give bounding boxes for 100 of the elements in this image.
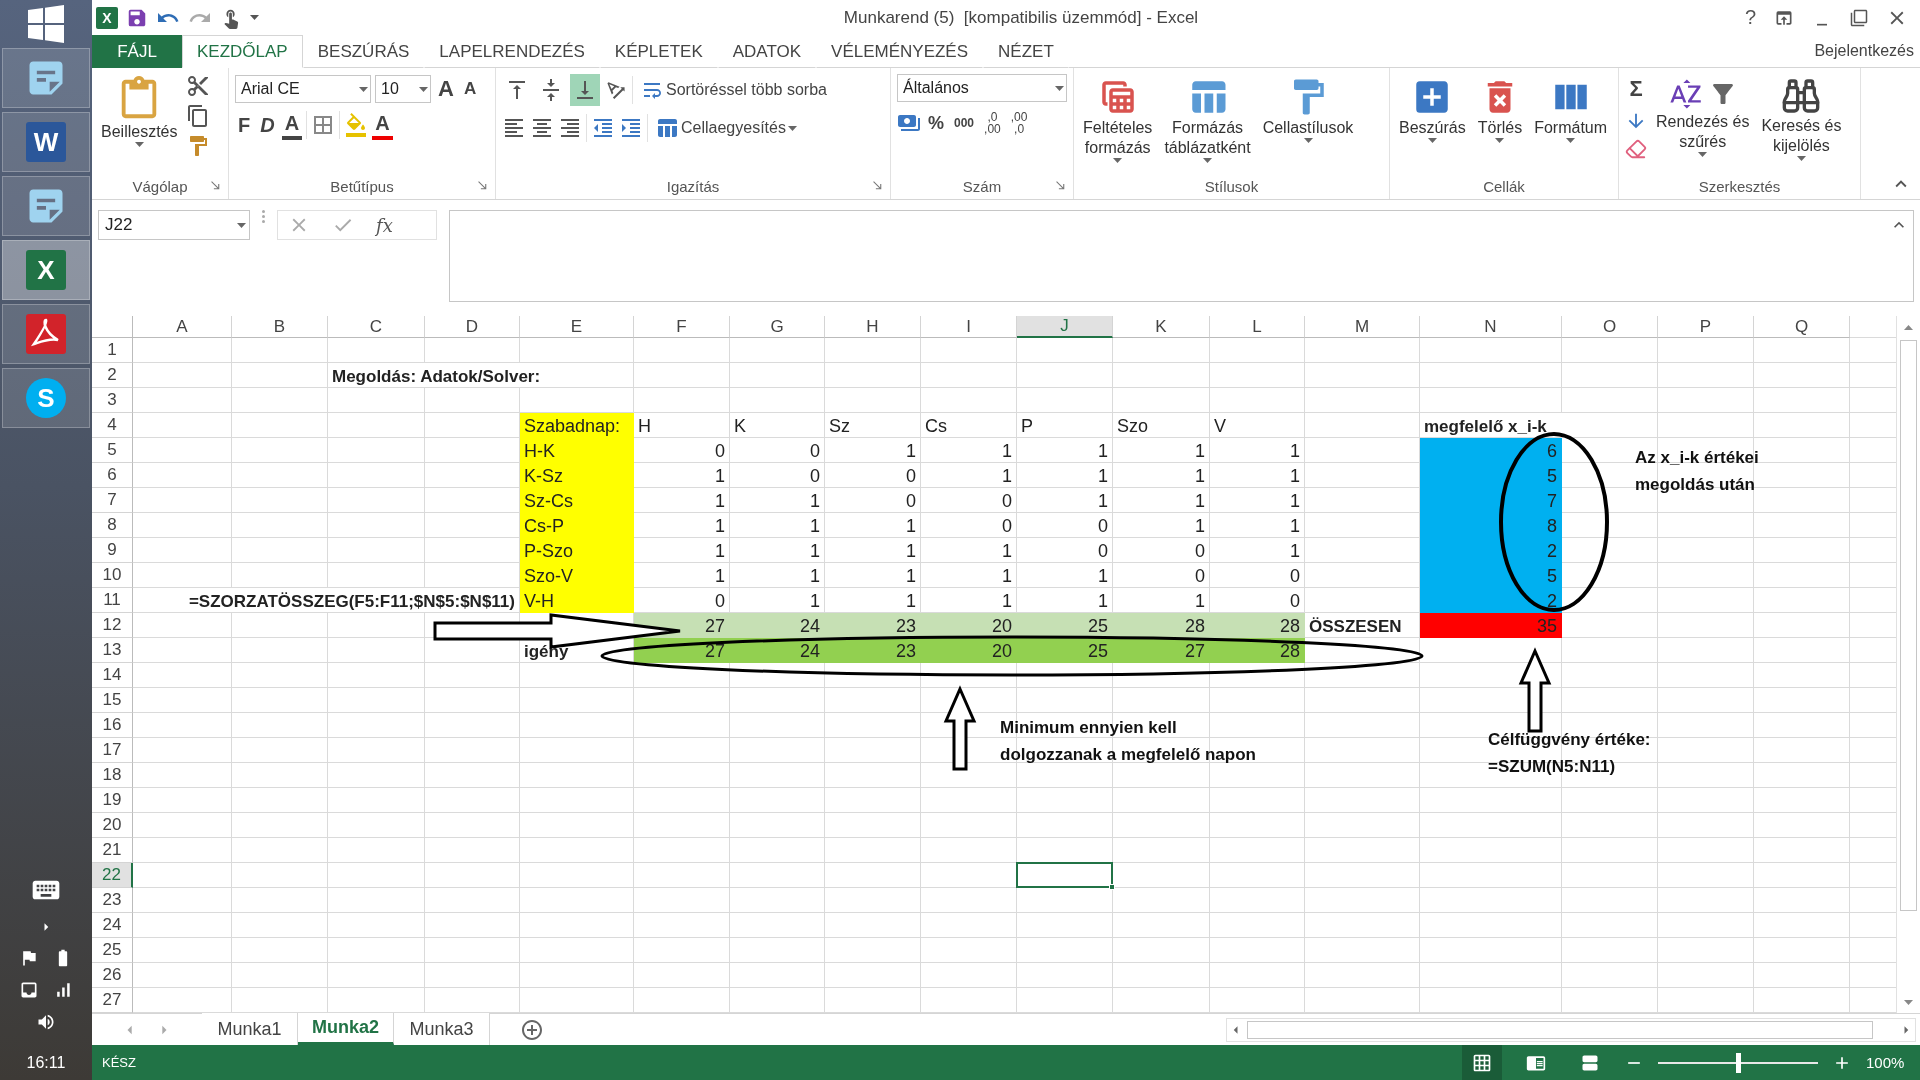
percent-button[interactable]: % [925,108,947,138]
row-header[interactable]: 19 [92,788,133,813]
column-header[interactable]: F [634,316,730,338]
sheet-cell: 25 [1017,638,1113,663]
row-header[interactable]: 4 [92,413,133,438]
styles-button[interactable]: Feltételes formázás [1080,74,1156,165]
column-header[interactable]: L [1210,316,1305,338]
fewer-decimals-button[interactable]: ,00 ,0 [1007,111,1031,135]
cells-button[interactable]: Beszúrás [1396,74,1469,145]
column-header[interactable]: O [1562,316,1658,338]
sign-in-link[interactable]: Bejelentkezés [1808,34,1920,67]
column-header[interactable]: C [328,316,425,338]
row-header[interactable]: 7 [92,488,133,513]
sheet-tab[interactable]: Munka2 [298,1013,395,1045]
column-header[interactable]: I [921,316,1017,338]
more-decimals-button[interactable]: ,0 ,00 [981,111,1004,135]
row-header[interactable]: 20 [92,813,133,838]
underline-button[interactable]: A [281,110,303,140]
bold-button[interactable]: F [235,110,254,140]
row-header[interactable]: 5 [92,438,133,463]
column-header[interactable]: G [730,316,825,338]
paste-button[interactable]: Beillesztés [98,74,181,149]
sheet-cell: 20 [921,638,1017,663]
sheet-tab[interactable]: Munka3 [394,1013,491,1045]
ribbon-tab[interactable]: FÁJL [92,35,182,68]
sheet-cell: 7 [1420,488,1562,513]
window-title: Munkarend (5) [kompatibilis üzemmód] - Excel [842,7,1200,28]
row-header[interactable]: 9 [92,538,133,563]
editing-button[interactable]: Keresés és kijelölés [1758,74,1845,163]
sheet-cell: 8 [1420,513,1562,538]
row-header[interactable]: 23 [92,888,133,913]
row-header[interactable]: 12 [92,613,133,638]
styles-button[interactable]: Cellastílusok [1259,74,1357,145]
row-header[interactable]: 24 [92,913,133,938]
styles-button[interactable]: Formázás táblázatként [1161,74,1254,165]
sheet-cell: Sz-Cs [520,488,634,513]
clock[interactable]: 16:11 [26,1054,66,1072]
row-header[interactable]: 26 [92,963,133,988]
sheet-cell: 5 [1420,463,1562,488]
row-header[interactable]: 21 [92,838,133,863]
row-header[interactable]: 10 [92,563,133,588]
taskbar-app[interactable]: W [2,112,90,172]
group-label: Vágólap [132,177,188,195]
row-header[interactable]: 15 [92,688,133,713]
sheet-cell: 6 [1420,438,1562,463]
row-header[interactable]: 17 [92,738,133,763]
sheet-cell: 2 [1420,538,1562,563]
italic-button[interactable]: D [257,110,278,140]
row-header[interactable]: 6 [92,463,133,488]
column-header[interactable]: P [1658,316,1754,338]
sheet-cell: 23 [825,638,921,663]
autosum-button[interactable]: Σ [1625,74,1647,104]
font-size-field[interactable]: 10 [375,75,431,103]
group-label: Igazítás [666,177,720,195]
column-header[interactable]: M [1305,316,1420,338]
row-header[interactable]: 1 [92,338,133,363]
font-color-button[interactable]: A [372,110,393,140]
grow-font-button[interactable]: A [435,74,457,104]
annotation-text: Az x_i-k értékei megoldás után [1635,447,1759,496]
row-header[interactable]: 2 [92,363,133,388]
ribbon-tab[interactable]: KEZDŐLAP [182,35,303,68]
sheet-cell: Szabadnap: [520,413,634,438]
sheet-cell: 25 [1017,613,1113,638]
column-header[interactable]: B [232,316,328,338]
insert-function-button[interactable]: fx [376,214,393,236]
name-box[interactable]: J22 [98,210,250,240]
row-header[interactable]: 3 [92,388,133,413]
row-header[interactable]: 18 [92,763,133,788]
editing-button[interactable]: Rendezés és szűrés [1653,74,1753,159]
number-format-field[interactable]: Általános [897,74,1067,102]
column-header[interactable]: E [520,316,634,338]
thousands-button[interactable]: 000 [951,108,978,138]
column-header[interactable]: D [425,316,520,338]
wrap-text-button[interactable]: Sortöréssel több sorba [637,74,830,106]
status-text: KÉSZ [102,1055,136,1070]
taskbar-app[interactable]: X [2,240,90,300]
cells-button[interactable]: Törlés [1474,74,1526,145]
column-header[interactable]: A [133,316,232,338]
help-button[interactable]: ? [1744,6,1756,29]
sheet-tab[interactable]: Munka1 [202,1013,298,1045]
row-header[interactable]: 13 [92,638,133,663]
column-header[interactable]: Q [1754,316,1850,338]
column-header[interactable]: H [825,316,921,338]
column-header[interactable]: K [1113,316,1210,338]
row-header[interactable]: 25 [92,938,133,963]
sheet-cell: 27 [1113,638,1210,663]
row-header[interactable]: 8 [92,513,133,538]
row-header[interactable]: 14 [92,663,133,688]
column-header[interactable]: N [1420,316,1562,338]
font-name-field[interactable]: Arial CE [235,75,371,103]
row-header[interactable]: 16 [92,713,133,738]
cells-button[interactable]: Formátum [1531,74,1611,145]
row-header[interactable]: 22 [92,863,133,888]
column-header[interactable]: J [1017,316,1113,338]
row-header[interactable]: 27 [92,988,133,1013]
shrink-font-button[interactable]: A [460,74,480,104]
sheet-cell: 24 [730,613,825,638]
merge-cells-button[interactable]: Cellaegyesítés [652,112,800,144]
row-header[interactable]: 11 [92,588,133,613]
skype-icon: S [26,378,66,418]
